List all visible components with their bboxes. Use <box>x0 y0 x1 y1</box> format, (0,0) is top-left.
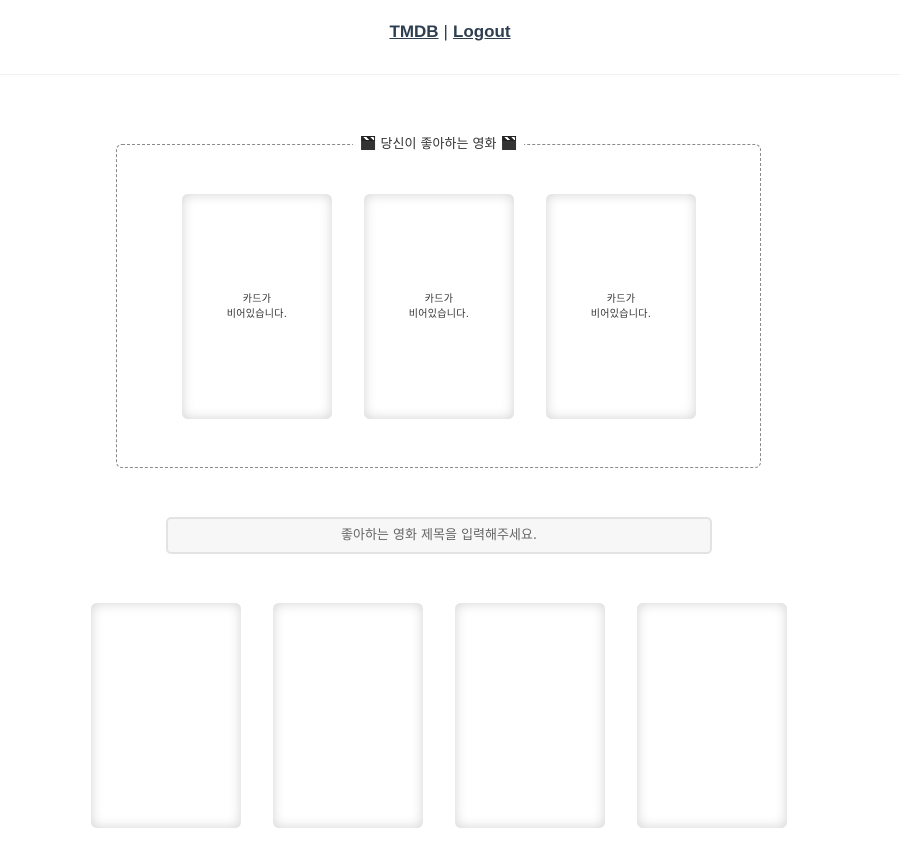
top-nav: TMDB | Logout <box>0 0 900 75</box>
favorite-movies-box: 당신이 좋아하는 영화 카드가 비어있습니다. 카드가 비어있습니다. 카드가 … <box>116 133 761 468</box>
nav-separator: | <box>443 22 448 41</box>
clapperboard-icon <box>360 135 375 150</box>
favorite-movies-title: 당신이 좋아하는 영화 <box>352 133 525 152</box>
empty-card-text: 카드가 비어있습니다. <box>590 293 652 320</box>
result-card[interactable] <box>91 603 241 828</box>
favorite-card-slot[interactable]: 카드가 비어있습니다. <box>182 194 332 419</box>
empty-card-text: 카드가 비어있습니다. <box>408 293 470 320</box>
clapperboard-icon <box>502 135 517 150</box>
favorite-cards: 카드가 비어있습니다. 카드가 비어있습니다. 카드가 비어있습니다. <box>182 194 696 419</box>
logout-link[interactable]: Logout <box>453 22 511 42</box>
search-results <box>91 603 787 828</box>
result-card[interactable] <box>273 603 423 828</box>
favorite-movies-title-text: 당신이 좋아하는 영화 <box>380 137 497 152</box>
movie-search-input[interactable] <box>166 517 712 554</box>
empty-card-text: 카드가 비어있습니다. <box>226 293 288 320</box>
home-link[interactable]: TMDB <box>389 22 438 42</box>
result-card[interactable] <box>455 603 605 828</box>
favorite-card-slot[interactable]: 카드가 비어있습니다. <box>364 194 514 419</box>
result-card[interactable] <box>637 603 787 828</box>
favorite-card-slot[interactable]: 카드가 비어있습니다. <box>546 194 696 419</box>
